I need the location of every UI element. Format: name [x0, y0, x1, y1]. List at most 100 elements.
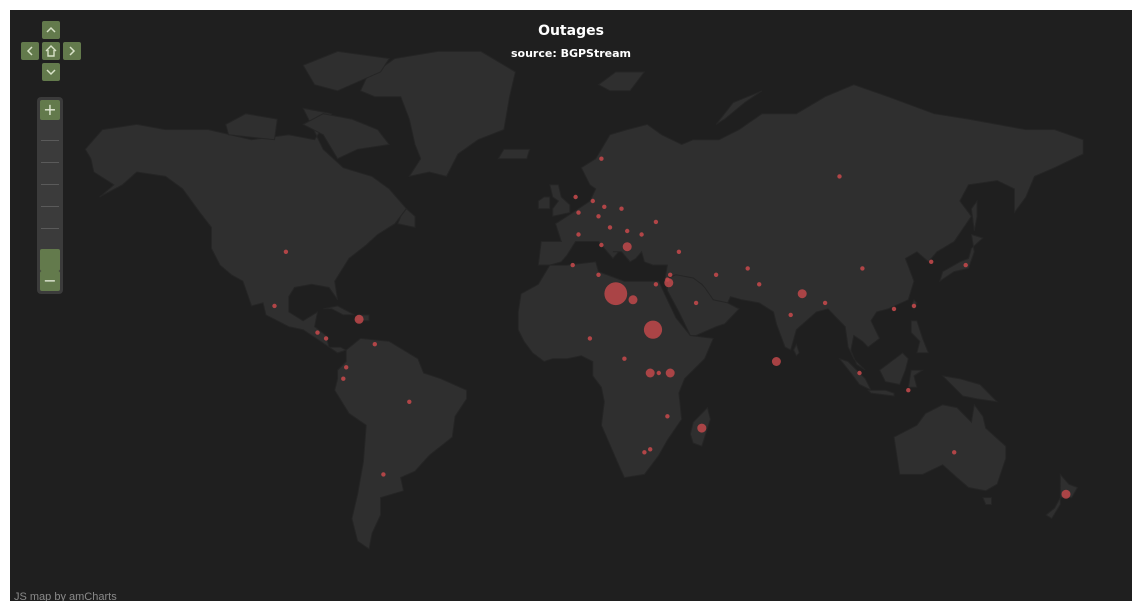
outage-marker[interactable]	[587, 336, 593, 341]
outage-marker[interactable]	[354, 314, 364, 324]
world-map[interactable]	[10, 10, 1132, 601]
outage-marker[interactable]	[697, 423, 707, 433]
outage-marker[interactable]	[952, 450, 957, 455]
pan-down-button[interactable]	[42, 63, 60, 81]
outage-marker[interactable]	[381, 472, 386, 477]
outage-marker[interactable]	[625, 228, 630, 234]
outage-marker[interactable]	[1061, 489, 1071, 499]
land-iceland	[497, 148, 531, 160]
outage-marker[interactable]	[822, 300, 828, 306]
outage-marker[interactable]	[570, 262, 575, 268]
land-sakhalin	[970, 199, 978, 232]
zoom-tick	[41, 162, 59, 163]
outage-marker[interactable]	[664, 278, 674, 288]
outage-marker[interactable]	[837, 174, 842, 179]
outage-marker[interactable]	[607, 225, 613, 230]
outage-marker[interactable]	[272, 303, 277, 309]
outage-marker[interactable]	[602, 204, 607, 209]
home-icon	[45, 45, 57, 57]
land-sumatra	[838, 357, 873, 392]
outage-marker[interactable]	[713, 272, 719, 277]
outage-marker[interactable]	[911, 303, 917, 309]
land-tasmania	[982, 497, 992, 505]
land-svalbard	[597, 71, 646, 92]
outage-marker[interactable]	[596, 214, 601, 219]
outage-marker[interactable]	[665, 414, 670, 419]
outage-marker[interactable]	[676, 249, 682, 254]
outage-marker[interactable]	[653, 219, 659, 225]
zoom-tick	[41, 228, 59, 229]
outage-marker[interactable]	[656, 370, 661, 376]
land-sulawesi	[907, 369, 925, 388]
map-credit[interactable]: JS map by amCharts	[14, 591, 117, 601]
outage-marker[interactable]	[668, 272, 673, 277]
land-new-zealand	[1045, 473, 1079, 520]
outage-marker[interactable]	[639, 232, 644, 237]
outage-marker[interactable]	[372, 342, 377, 347]
outage-marker[interactable]	[599, 242, 604, 248]
land-greenland	[359, 50, 516, 178]
outage-marker[interactable]	[645, 368, 655, 378]
land-borneo	[878, 352, 909, 386]
outage-marker[interactable]	[963, 262, 968, 268]
outage-marker[interactable]	[596, 272, 601, 277]
land-new-guinea	[941, 375, 999, 403]
home-button[interactable]	[42, 42, 60, 60]
land-ireland	[537, 196, 551, 210]
outage-marker[interactable]	[745, 266, 750, 271]
zoom-tick	[41, 140, 59, 141]
land-south-america	[334, 337, 468, 550]
outage-marker[interactable]	[929, 259, 934, 264]
chevron-right-icon	[69, 46, 76, 56]
outage-marker[interactable]	[344, 365, 349, 370]
outage-marker[interactable]	[590, 198, 595, 204]
outage-marker[interactable]	[757, 282, 762, 287]
outage-marker[interactable]	[891, 306, 897, 312]
zoom-tick	[41, 206, 59, 207]
zoom-in-button[interactable]: +	[40, 100, 60, 120]
outage-marker[interactable]	[628, 295, 638, 305]
pan-right-button[interactable]	[63, 42, 81, 60]
outage-marker[interactable]	[599, 156, 604, 161]
outage-marker[interactable]	[323, 336, 329, 341]
outage-marker[interactable]	[906, 388, 911, 393]
outage-marker[interactable]	[693, 300, 699, 306]
outage-marker[interactable]	[283, 249, 289, 254]
outage-marker[interactable]	[619, 206, 624, 211]
outage-marker[interactable]	[622, 242, 632, 252]
outage-marker[interactable]	[653, 282, 659, 287]
map-area[interactable]: Outages source: BGPStream + − JS map by …	[10, 10, 1132, 601]
outage-marker[interactable]	[341, 376, 346, 381]
land-sri-lanka	[793, 342, 800, 357]
land-java	[866, 389, 895, 397]
pan-control	[21, 21, 81, 81]
outage-marker[interactable]	[643, 320, 663, 339]
outage-marker[interactable]	[797, 289, 807, 299]
outage-marker[interactable]	[315, 330, 320, 335]
outage-marker[interactable]	[665, 368, 675, 378]
chevron-up-icon	[46, 26, 56, 33]
outage-marker[interactable]	[573, 194, 578, 200]
pan-left-button[interactable]	[21, 42, 39, 60]
map-title: Outages	[538, 23, 604, 39]
outage-marker[interactable]	[622, 356, 627, 361]
outage-marker[interactable]	[771, 357, 781, 366]
outage-marker[interactable]	[857, 370, 862, 376]
outage-marker[interactable]	[642, 450, 647, 455]
outage-marker[interactable]	[860, 266, 865, 271]
outage-marker[interactable]	[648, 447, 653, 452]
zoom-control[interactable]: + −	[37, 97, 63, 294]
outage-marker[interactable]	[604, 282, 628, 306]
chevron-left-icon	[26, 46, 33, 56]
land-cuba	[323, 305, 356, 316]
zoom-slider-thumb[interactable]	[40, 249, 60, 271]
zoom-out-button[interactable]: −	[40, 271, 60, 291]
outage-marker[interactable]	[576, 210, 581, 215]
land-philippines	[910, 320, 930, 354]
outage-marker[interactable]	[576, 232, 581, 237]
map-subtitle: source: BGPStream	[511, 47, 631, 60]
outage-marker[interactable]	[788, 312, 793, 318]
chevron-down-icon	[46, 69, 56, 76]
pan-up-button[interactable]	[42, 21, 60, 39]
outage-marker[interactable]	[407, 399, 412, 404]
